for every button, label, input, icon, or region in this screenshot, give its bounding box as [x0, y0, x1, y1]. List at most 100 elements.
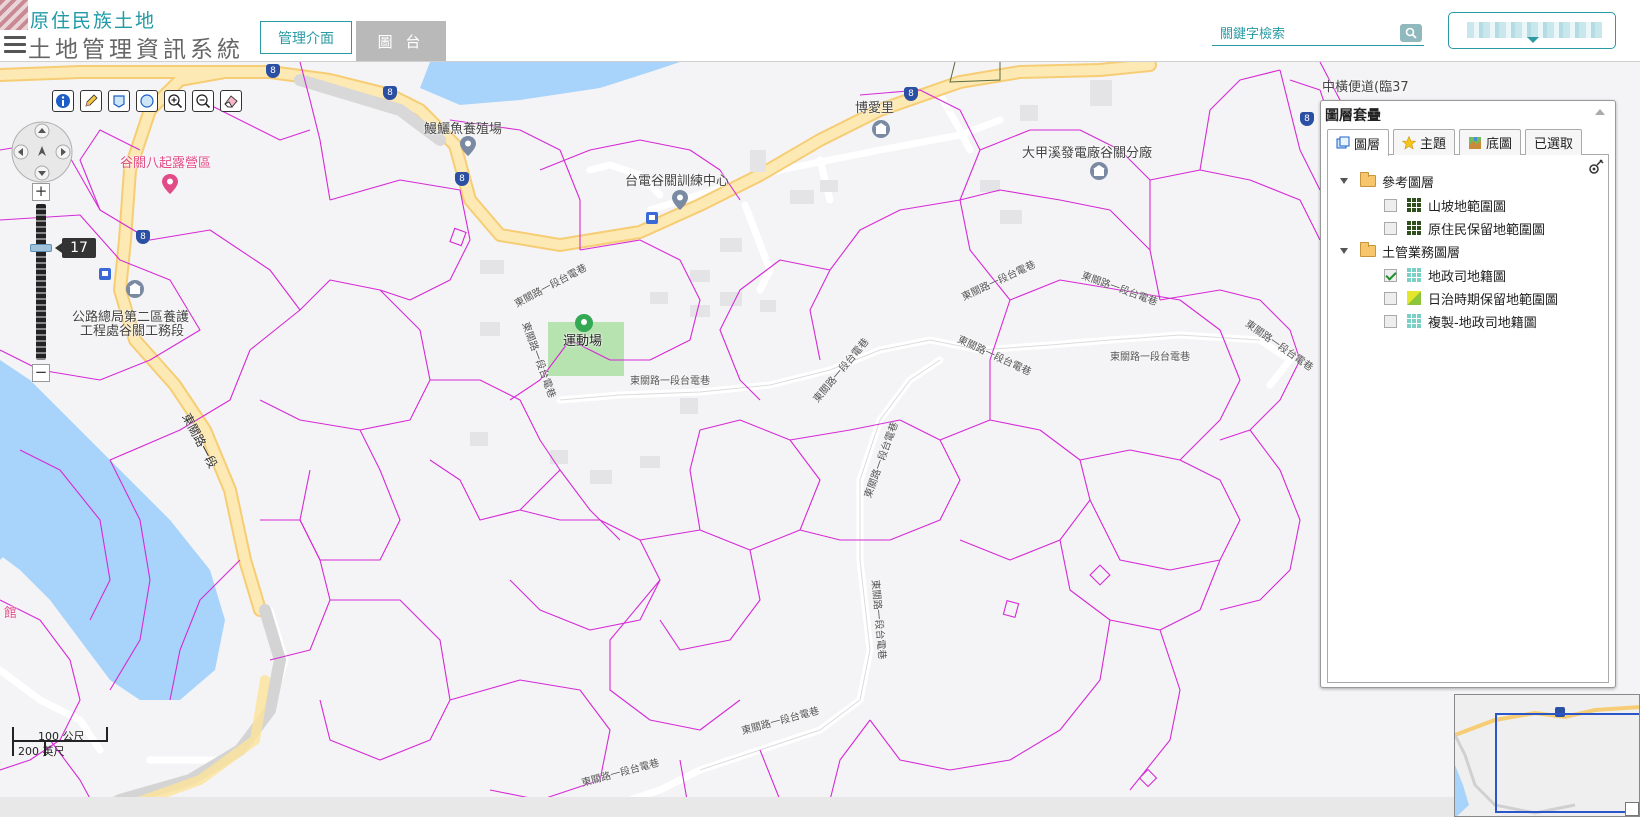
scale-bar: 100 公尺 200 英尺 [12, 727, 112, 767]
layer-panel-tabs: 圖層 主題 底圖 已選取 [1327, 129, 1609, 156]
poi-marker-icon[interactable] [460, 136, 476, 156]
grid-legend-icon [1407, 198, 1421, 212]
overview-map[interactable] [1454, 694, 1640, 817]
layer-tree: 參考圖層 山坡地範圍圖 原住民保留地範圍圖 土管業務圖層 地政司地籍圖 日治時期… [1327, 155, 1609, 683]
app-root: 原住民族土地 土地管理資訊系統 管理介面 圖 台 關鍵字檢索 8 8 8 8 8… [0, 0, 1640, 817]
layer-label: 地政司地籍圖 [1428, 269, 1507, 285]
zoom-in-icon [168, 94, 183, 109]
layer-checkbox[interactable] [1384, 314, 1397, 328]
hamburger-menu-icon[interactable] [4, 36, 26, 54]
layer-group-land-management[interactable]: 土管業務圖層 [1340, 241, 1460, 261]
campground-marker-icon[interactable] [162, 174, 178, 194]
scale-imperial: 200 英尺 [12, 742, 65, 758]
basemap-icon [1469, 136, 1482, 149]
settings-tools-icon[interactable] [1588, 159, 1604, 175]
app-title-line1: 原住民族土地 [30, 10, 157, 32]
app-title-line2: 土地管理資訊系統 [28, 37, 244, 63]
map-view-button[interactable]: 圖 台 [356, 21, 446, 61]
bus-stop-icon[interactable] [99, 268, 111, 280]
grid-legend-icon [1407, 268, 1421, 282]
layer-item[interactable]: 複製-地政司地籍圖 [1384, 311, 1537, 331]
layer-checkbox[interactable] [1384, 291, 1397, 305]
keyword-search [1212, 22, 1424, 46]
layer-label: 複製-地政司地籍圖 [1428, 315, 1537, 331]
expand-arrow-icon[interactable] [1340, 178, 1348, 184]
zoom-out-button[interactable]: − [32, 364, 50, 382]
museum-marker-icon[interactable] [872, 120, 890, 138]
circle-icon [140, 94, 154, 108]
road-label: 東關路一段台電巷 [1110, 352, 1190, 363]
circle-tool[interactable] [136, 90, 158, 112]
layer-item[interactable]: 地政司地籍圖 [1384, 265, 1506, 285]
info-icon [56, 94, 70, 108]
layer-label: 原住民保留地範圍圖 [1428, 222, 1546, 238]
layer-checkbox[interactable] [1384, 221, 1397, 235]
poi-label: 運動場 [563, 334, 603, 349]
poi-label-partial: 館 [4, 606, 18, 621]
building-marker-icon[interactable] [1090, 162, 1108, 180]
grid-legend-icon [1407, 314, 1421, 328]
tab-layers[interactable]: 圖層 [1327, 129, 1390, 156]
header: 原住民族土地 土地管理資訊系統 管理介面 圖 台 [0, 0, 1640, 63]
zoom-level-label: 17 [55, 238, 96, 258]
zoom-in-button[interactable]: + [32, 183, 50, 201]
eraser-icon [224, 95, 238, 108]
zoom-slider-track[interactable] [36, 204, 46, 360]
layers-icon [1336, 136, 1350, 149]
pan-control[interactable] [10, 120, 74, 184]
bus-stop-icon[interactable] [646, 212, 658, 224]
route-8-shield: 8 [455, 172, 469, 186]
layer-group-label: 土管業務圖層 [1382, 245, 1461, 261]
layer-item[interactable]: 日治時期保留地範圍圖 [1384, 288, 1558, 308]
draw-tool[interactable] [80, 90, 102, 112]
layer-panel-title: 圖層套疊 [1325, 108, 1381, 124]
route-8-shield: 8 [1300, 112, 1314, 126]
zoom-in-tool[interactable] [164, 90, 186, 112]
tab-basemap[interactable]: 底圖 [1459, 129, 1522, 155]
layer-checkbox[interactable] [1384, 198, 1397, 212]
layer-label: 日治時期保留地範圍圖 [1428, 292, 1559, 308]
tab-label: 主題 [1420, 137, 1447, 152]
collapse-icon[interactable] [1595, 109, 1605, 115]
government-marker-icon[interactable] [126, 280, 144, 298]
grid-legend-icon [1407, 221, 1421, 235]
zoom-out-tool[interactable] [192, 90, 214, 112]
layer-label: 山坡地範圍圖 [1428, 199, 1507, 215]
star-icon [1402, 135, 1417, 150]
keyword-search-input[interactable] [1220, 24, 1390, 44]
search-button[interactable] [1400, 24, 1422, 42]
tab-themes[interactable]: 主題 [1393, 129, 1456, 155]
layer-group-reference[interactable]: 參考圖層 [1340, 171, 1434, 191]
identify-tool[interactable] [52, 90, 74, 112]
polygon-icon [113, 95, 125, 108]
overview-extent-box[interactable] [1495, 713, 1639, 813]
poi-marker-icon[interactable] [672, 190, 688, 210]
admin-interface-button[interactable]: 管理介面 [260, 21, 352, 54]
logo-icon [0, 0, 28, 30]
chevron-down-icon [1527, 37, 1539, 43]
poi-label: 台電谷關訓練中心 [625, 174, 730, 189]
poi-label: 大甲溪發電廠谷關分廠 [1022, 146, 1153, 161]
swatch-legend-icon [1407, 291, 1421, 305]
expand-arrow-icon[interactable] [1340, 248, 1348, 254]
zoom-out-icon [196, 94, 211, 109]
folder-icon [1360, 172, 1376, 187]
clear-tool[interactable] [220, 90, 242, 112]
layer-panel: 圖層套疊 圖層 主題 底圖 已選取 參考圖層 山坡地範圍圖 原住民保留地範圍圖 … [1320, 100, 1616, 688]
user-name-redacted [1467, 22, 1602, 38]
search-icon [1405, 27, 1417, 39]
overview-toggle-icon[interactable] [1625, 802, 1639, 816]
layer-group-label: 參考圖層 [1382, 175, 1435, 191]
route-8-shield: 8 [904, 87, 918, 101]
scale-imperial-label: 200 英尺 [18, 745, 65, 758]
polygon-tool[interactable] [108, 90, 130, 112]
tab-label: 底圖 [1486, 137, 1513, 152]
layer-item[interactable]: 原住民保留地範圍圖 [1384, 218, 1545, 238]
poi-label: 谷關八起露營區 [120, 156, 212, 171]
tab-selected[interactable]: 已選取 [1525, 129, 1583, 155]
zoom-slider-thumb[interactable] [30, 244, 52, 252]
user-menu[interactable] [1448, 12, 1616, 49]
route-8-shield: 8 [136, 230, 150, 244]
layer-item[interactable]: 山坡地範圍圖 [1384, 195, 1506, 215]
layer-checkbox-checked[interactable] [1384, 268, 1397, 282]
